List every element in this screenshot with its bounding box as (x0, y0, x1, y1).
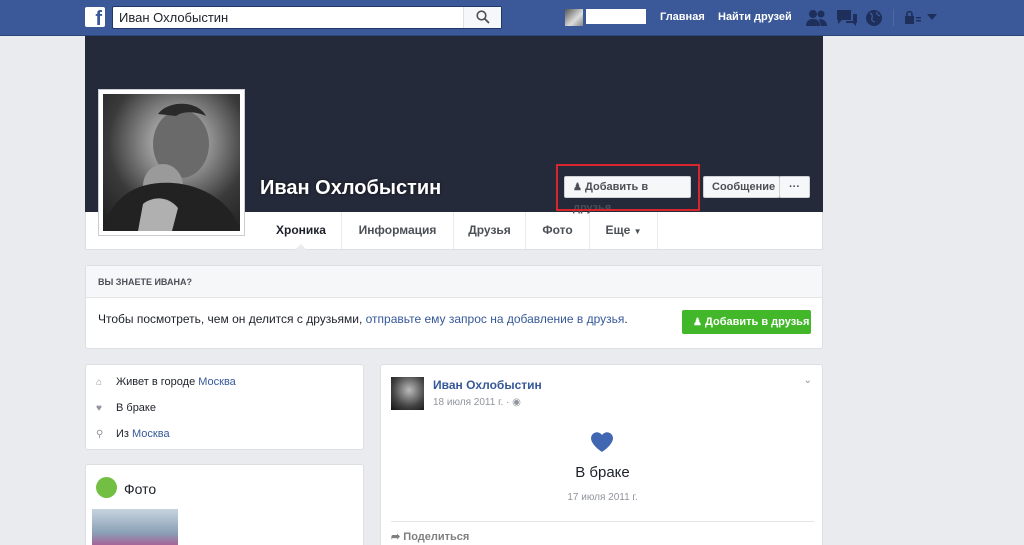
top-navigation-bar: f Главная Найти друзей (0, 0, 1024, 36)
find-friends-link[interactable]: Найти друзей (718, 11, 792, 23)
account-dropdown-icon[interactable] (927, 14, 937, 21)
do-you-know-box: ВЫ ЗНАЕТЕ ИВАНА? Чтобы посмотреть, чем о… (85, 265, 823, 349)
share-button[interactable]: ➦ Поделиться (391, 530, 469, 543)
add-friend-green-button[interactable]: ♟ Добавить в друзья (682, 310, 811, 334)
profile-portrait-graphic (103, 103, 240, 231)
message-button[interactable]: Сообщение (703, 176, 780, 198)
from-prefix: Из (116, 428, 133, 440)
more-dots-icon: ··· (789, 181, 800, 193)
do-you-know-text-after: . (624, 312, 628, 326)
heart-icon (591, 432, 613, 452)
facebook-logo[interactable]: f (85, 7, 105, 27)
tab-about[interactable]: Информация (342, 212, 454, 249)
highlight-annotation (556, 164, 700, 211)
location-pin-icon: ⚲ (96, 429, 104, 440)
photos-title[interactable]: Фото (124, 481, 156, 497)
post-date-text: 18 июля 2011 г. · (433, 397, 513, 408)
add-friend-green-icon: ♟ (693, 317, 702, 328)
post-event-date: 17 июля 2011 г. (567, 492, 638, 503)
post-author-avatar[interactable] (391, 377, 424, 410)
tab-timeline[interactable]: Хроника (261, 212, 342, 250)
home-icon: ⌂ (96, 377, 103, 388)
lives-in-city-link[interactable]: Москва (198, 376, 236, 388)
timeline-post: Иван Охлобыстин 18 июля 2011 г. · ◉ ⌄ В … (380, 364, 823, 545)
tab-more-label: Еще (605, 223, 631, 237)
share-label: Поделиться (403, 531, 470, 543)
notifications-globe-icon[interactable] (865, 9, 883, 27)
intro-from: ⚲ Из Москва (96, 428, 170, 440)
post-divider (391, 521, 814, 522)
globe-icon: ◉ (512, 397, 521, 408)
photo-thumbnail[interactable] (92, 509, 178, 545)
intro-card: ⌂ Живет в городе Москва ♥ В браке ⚲ Из Моск… (85, 364, 364, 450)
post-author-name[interactable]: Иван Охлобыстин (433, 378, 542, 392)
from-city-link[interactable]: Москва (132, 428, 170, 440)
message-label: Сообщение (712, 181, 776, 193)
profile-name: Иван Охлобыстин (260, 177, 442, 199)
search-box (112, 6, 502, 29)
post-life-event: В браке (575, 464, 630, 481)
home-link[interactable]: Главная (660, 11, 705, 23)
search-icon (476, 10, 490, 24)
post-options-chevron-icon[interactable]: ⌄ (804, 375, 812, 386)
photos-icon (96, 477, 117, 498)
heart-small-icon: ♥ (96, 403, 102, 414)
user-name-redacted[interactable] (586, 9, 646, 24)
share-icon: ➦ (391, 531, 401, 543)
more-options-button[interactable]: ··· (779, 176, 810, 198)
profile-picture[interactable] (98, 89, 245, 236)
search-button[interactable] (463, 7, 501, 28)
search-input[interactable] (113, 7, 463, 28)
lives-in-prefix: Живет в городе (116, 376, 199, 388)
profile-photo-image (103, 94, 240, 231)
chevron-down-icon: ▼ (633, 227, 642, 236)
do-you-know-heading: ВЫ ЗНАЕТЕ ИВАНА? (86, 266, 822, 298)
photos-card: Фото (85, 464, 364, 545)
relationship-status: В браке (116, 402, 156, 414)
privacy-lock-icon[interactable] (904, 11, 922, 25)
friend-requests-icon[interactable] (806, 9, 828, 26)
add-friend-green-label: Добавить в друзья (705, 316, 810, 328)
intro-relationship: ♥ В браке (96, 402, 156, 414)
user-avatar[interactable] (565, 9, 583, 26)
post-date[interactable]: 18 июля 2011 г. · ◉ (433, 397, 521, 408)
messages-icon[interactable] (836, 9, 858, 26)
tab-friends[interactable]: Друзья (454, 212, 526, 249)
do-you-know-text: Чтобы посмотреть, чем он делится с друзь… (98, 312, 628, 326)
intro-lives-in: ⌂ Живет в городе Москва (96, 376, 236, 388)
toolbar-separator (893, 9, 894, 26)
do-you-know-text-before: Чтобы посмотреть, чем он делится с друзь… (98, 312, 366, 326)
send-request-link[interactable]: отправьте ему запрос на добавление в дру… (366, 312, 625, 326)
